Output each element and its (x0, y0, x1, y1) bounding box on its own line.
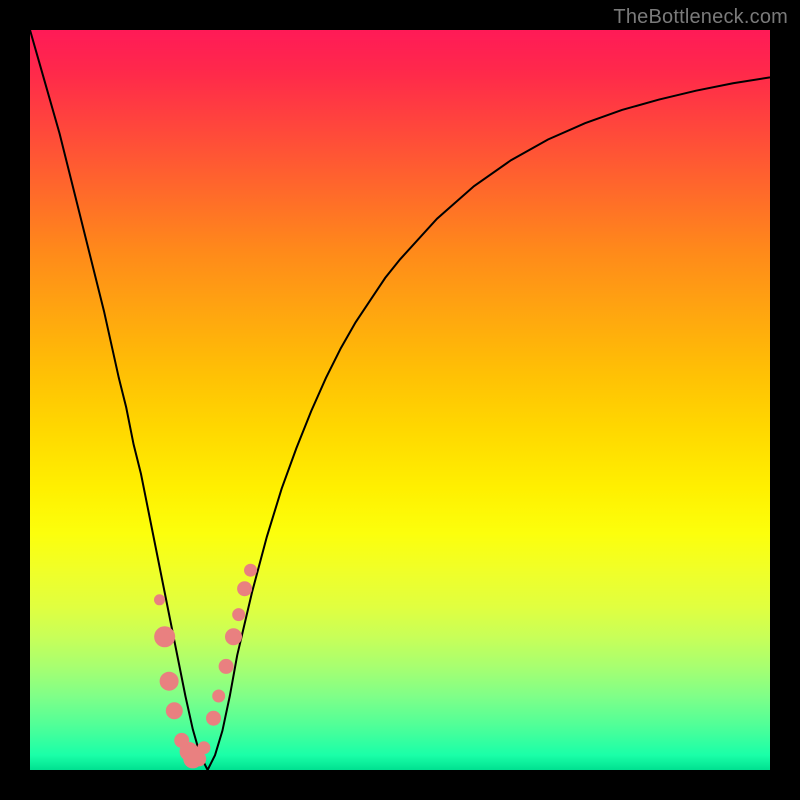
data-marker (238, 582, 252, 596)
data-marker (219, 659, 233, 673)
curve-layer (30, 30, 770, 770)
data-marker (160, 672, 178, 690)
data-marker (245, 564, 257, 576)
data-marker (198, 742, 210, 754)
chart-frame: TheBottleneck.com (0, 0, 800, 800)
data-marker (226, 629, 242, 645)
data-marker (166, 703, 182, 719)
plot-area (30, 30, 770, 770)
data-marker (233, 609, 245, 621)
data-marker (155, 595, 165, 605)
data-marker (213, 690, 225, 702)
bottleneck-curve (30, 30, 770, 770)
data-marker (155, 627, 175, 647)
watermark-text: TheBottleneck.com (613, 6, 788, 29)
data-marker (207, 711, 221, 725)
